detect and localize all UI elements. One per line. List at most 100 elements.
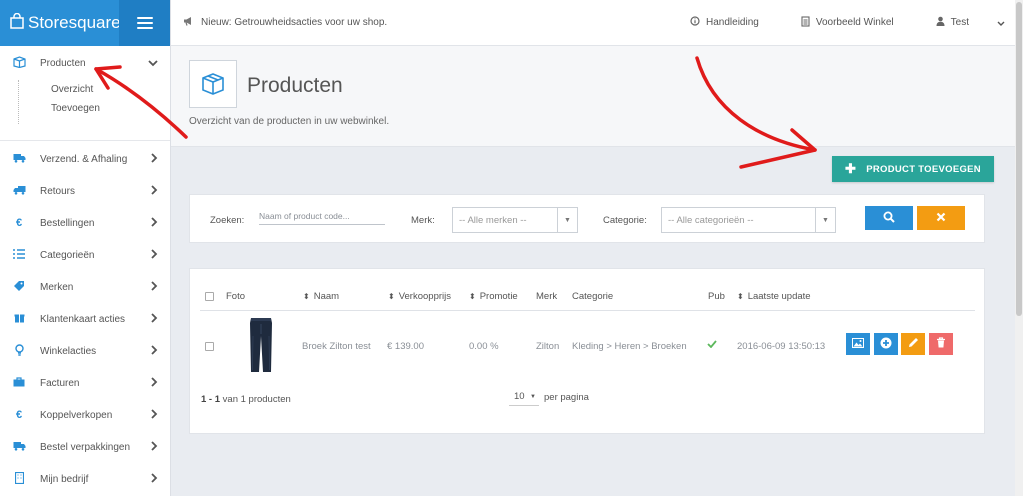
divider xyxy=(0,140,170,141)
column-header-merk: Merk xyxy=(536,291,558,302)
sidebar-item-label: Merken xyxy=(40,281,74,293)
chevron-down-icon xyxy=(997,18,1005,28)
category-select-value: -- Alle categorieën -- xyxy=(668,214,754,226)
sidebar-item-label: Bestellingen xyxy=(40,217,95,229)
example-store-link[interactable]: Voorbeeld Winkel xyxy=(801,15,894,30)
gift-icon xyxy=(12,312,26,326)
sidebar-item-label: Bestel verpakkingen xyxy=(40,441,131,453)
tag-icon xyxy=(12,280,26,294)
sidebar-submenu: Overzicht Toevoegen xyxy=(0,80,170,130)
column-header-promotie[interactable]: ⬍ Promotie xyxy=(469,291,518,302)
sidebar-item-bestellingen[interactable]: € Bestellingen xyxy=(0,207,170,239)
check-icon xyxy=(707,339,717,351)
caret-down-icon: ▼ xyxy=(530,393,536,400)
hamburger-icon xyxy=(136,17,153,29)
truck-return-icon xyxy=(12,185,26,198)
divider xyxy=(200,310,975,311)
select-all-checkbox[interactable] xyxy=(205,292,214,301)
edit-button[interactable] xyxy=(901,333,925,355)
sidebar-item-label: Winkelacties xyxy=(40,345,97,357)
brand-label: Merk: xyxy=(411,215,435,226)
per-page-value: 10 xyxy=(514,391,525,402)
info-icon xyxy=(690,16,700,29)
chevron-right-icon xyxy=(148,376,158,390)
product-name[interactable]: Broek Zilton test xyxy=(302,341,371,352)
truck-icon xyxy=(12,441,26,454)
column-header-verkoopprijs[interactable]: ⬍ Verkoopprijs xyxy=(388,291,451,302)
search-label: Zoeken: xyxy=(210,215,245,226)
per-page-select[interactable]: 10 ▼ xyxy=(509,388,539,406)
page-title: Producten xyxy=(247,74,343,97)
sidebar-item-categorie-n[interactable]: Categorieën xyxy=(0,239,170,271)
sidebar-item-winkelacties[interactable]: Winkelacties xyxy=(0,335,170,367)
sidebar-item-verzend-afhaling[interactable]: Verzend. & Afhaling xyxy=(0,143,170,175)
sidebar: Storesquare Producten Overzicht Toevoege… xyxy=(0,0,171,496)
sidebar-item-producten[interactable]: Producten xyxy=(0,46,170,80)
row-checkbox[interactable] xyxy=(205,342,214,351)
briefcase-icon xyxy=(12,376,26,390)
column-header-laatste-update[interactable]: ⬍ Laatste update xyxy=(737,291,811,302)
search-icon xyxy=(883,211,895,226)
brand-bar: Storesquare xyxy=(0,0,170,46)
plus-circle-icon xyxy=(880,337,892,352)
truck-icon xyxy=(12,153,26,166)
add-variant-button[interactable] xyxy=(874,333,898,355)
sidebar-item-klantenkaart-acties[interactable]: Klantenkaart acties xyxy=(0,303,170,335)
topbar: Nieuw: Getrouwheidsacties voor uw shop. … xyxy=(171,0,1023,46)
category-select[interactable]: -- Alle categorieën -- ▼ xyxy=(661,207,836,233)
sidebar-item-merken[interactable]: Merken xyxy=(0,271,170,303)
search-input[interactable]: Naam of product code... xyxy=(259,207,385,225)
sidebar-item-facturen[interactable]: Facturen xyxy=(0,367,170,399)
sidebar-item-retours[interactable]: Retours xyxy=(0,175,170,207)
sort-icon: ⬍ xyxy=(388,292,395,301)
euro-icon: € xyxy=(15,217,23,229)
trash-icon xyxy=(936,337,946,351)
brand-logo[interactable]: Storesquare xyxy=(0,0,121,46)
manual-label: Handleiding xyxy=(706,17,759,28)
add-product-label: PRODUCT TOEVOEGEN xyxy=(866,163,981,175)
brand-select-value: -- Alle merken -- xyxy=(459,214,527,226)
user-menu[interactable]: Test xyxy=(936,16,1005,29)
add-product-button[interactable]: ✚ PRODUCT TOEVOEGEN xyxy=(832,156,994,182)
scrollbar[interactable] xyxy=(1015,0,1023,496)
sidebar-item-label: Mijn bedrijf xyxy=(40,473,89,485)
sidebar-item-bestel-verpakkingen[interactable]: Bestel verpakkingen xyxy=(0,431,170,463)
sidebar-item-label: Categorieën xyxy=(40,249,95,261)
product-brand: Zilton xyxy=(536,341,560,352)
chevron-right-icon xyxy=(148,280,158,294)
product-thumbnail[interactable] xyxy=(240,316,282,374)
sidebar-subitem-overzicht[interactable]: Overzicht xyxy=(0,80,170,99)
image-button[interactable] xyxy=(846,333,870,355)
sort-icon: ⬍ xyxy=(469,292,476,301)
sidebar-item-koppelverkopen[interactable]: € Koppelverkopen xyxy=(0,399,170,431)
shopping-bag-icon xyxy=(10,12,24,34)
products-table: Foto ⬍ Naam ⬍ Verkoopprijs ⬍ Promotie Merk … xyxy=(189,268,985,434)
box-icon xyxy=(189,60,237,108)
tree-line xyxy=(18,80,19,124)
chevron-right-icon xyxy=(148,344,158,358)
chevron-right-icon xyxy=(148,312,158,326)
result-count: 1 - 1 van 1 producten xyxy=(201,394,291,405)
sort-icon: ⬍ xyxy=(737,292,744,301)
clear-filter-button[interactable] xyxy=(917,206,965,230)
brand-name: Storesquare xyxy=(28,13,121,32)
column-header-naam[interactable]: ⬍ Naam xyxy=(303,291,339,302)
image-icon xyxy=(852,337,864,351)
sidebar-nav-list: Verzend. & Afhaling Retours € Bestellingen C… xyxy=(0,143,170,495)
sidebar-item-mijn-bedrijf[interactable]: Mijn bedrijf xyxy=(0,463,170,495)
search-button[interactable] xyxy=(865,206,913,230)
lightbulb-icon xyxy=(12,343,26,359)
sidebar-subitem-toevoegen[interactable]: Toevoegen xyxy=(0,99,170,118)
chevron-right-icon xyxy=(148,216,158,230)
menu-toggle-button[interactable] xyxy=(119,0,170,46)
scrollbar-thumb[interactable] xyxy=(1016,2,1022,316)
product-category: Kleding > Heren > Broeken xyxy=(572,341,687,352)
pencil-icon xyxy=(908,337,919,351)
brand-select[interactable]: -- Alle merken -- ▼ xyxy=(452,207,578,233)
delete-button[interactable] xyxy=(929,333,953,355)
manual-link[interactable]: Handleiding xyxy=(690,16,759,29)
list-icon xyxy=(12,248,26,262)
news-link[interactable]: Nieuw: Getrouwheidsacties voor uw shop. xyxy=(183,16,690,29)
column-header-categorie: Categorie xyxy=(572,291,614,302)
chevron-right-icon xyxy=(148,184,158,198)
